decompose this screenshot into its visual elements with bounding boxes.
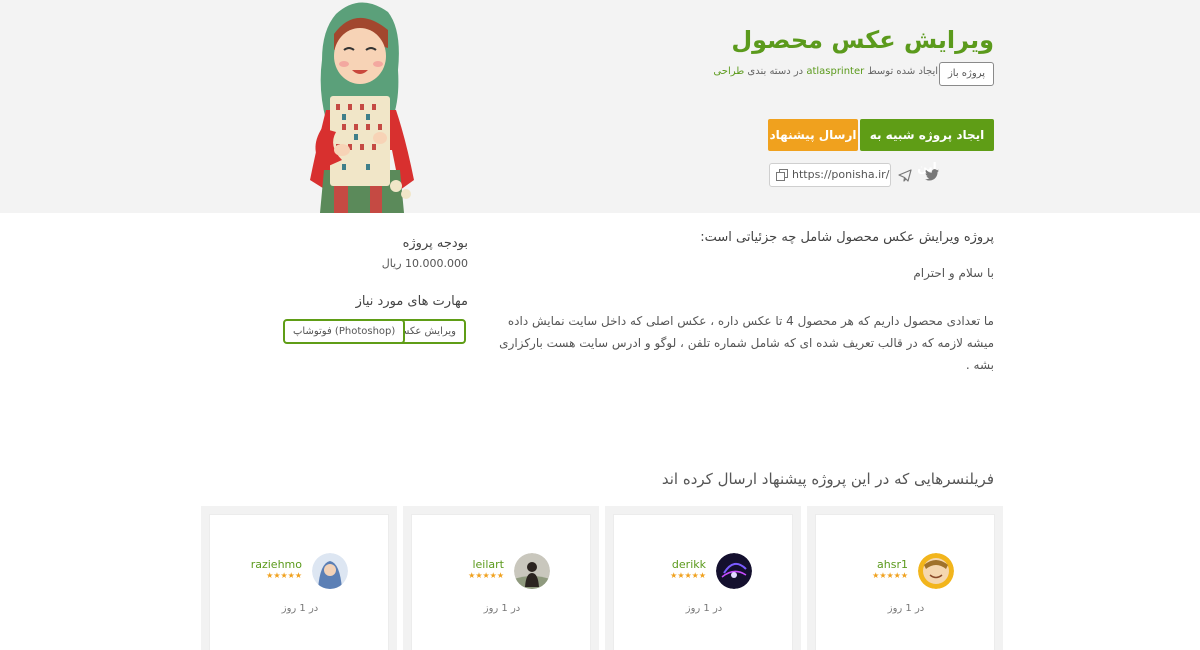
share-url: https://ponisha.ir/pr xyxy=(792,168,891,181)
description-greeting: با سلام و احترام xyxy=(913,266,994,280)
budget-label: بودجه پروژه xyxy=(402,236,468,251)
project-title: ویرایش عکس محصول xyxy=(731,26,994,54)
freelancer-avatar[interactable] xyxy=(312,553,348,589)
freelancer-avatar[interactable] xyxy=(918,553,954,589)
rating-stars: ★★★★★ xyxy=(872,571,908,580)
telegram-icon[interactable] xyxy=(898,169,912,182)
category-prefix: در دسته بندی xyxy=(747,66,804,77)
freelancer-card[interactable]: raziehmo ★★★★★ در 1 روز xyxy=(201,506,397,650)
freelancer-card[interactable]: leilart ★★★★★ در 1 روز xyxy=(403,506,599,650)
copy-icon[interactable] xyxy=(776,169,788,181)
freelancer-name[interactable]: ahsr1 xyxy=(877,558,908,571)
skills-label: مهارت های مورد نیاز xyxy=(355,294,468,309)
freelancers-heading: فریلنسرهایی که در این پروژه پیشنهاد ارسا… xyxy=(661,470,994,488)
send-proposal-button[interactable]: ارسال پیشنهاد xyxy=(768,119,858,151)
delivery-time: در 1 روز xyxy=(887,603,925,614)
project-header: ویرایش عکس محصول پروژه باز ایجاد شده توس… xyxy=(0,0,1200,213)
skill-tag[interactable]: فوتوشاپ (Photoshop) xyxy=(283,319,406,344)
freelancer-name[interactable]: leilart xyxy=(472,558,504,571)
delivery-time: در 1 روز xyxy=(281,603,319,614)
rating-stars: ★★★★★ xyxy=(670,571,706,580)
twitter-icon[interactable] xyxy=(925,169,939,181)
status-badge: پروژه باز xyxy=(938,62,994,86)
freelancer-card[interactable]: derikk ★★★★★ در 1 روز xyxy=(605,506,801,650)
rating-stars: ★★★★★ xyxy=(266,571,302,580)
description-body: ما تعدادی محصول داریم که هر محصول 4 تا ع… xyxy=(499,314,994,372)
category-link[interactable]: طراحی xyxy=(713,66,744,77)
create-similar-button[interactable]: ایجاد پروژه شبیه به این xyxy=(860,119,994,174)
created-by-prefix: ایجاد شده توسط xyxy=(867,66,938,77)
delivery-time: در 1 روز xyxy=(483,603,521,614)
project-meta: ایجاد شده توسط atlasprinter در دسته بندی… xyxy=(713,66,938,77)
delivery-time: در 1 روز xyxy=(685,603,723,614)
owner-link[interactable]: atlasprinter xyxy=(806,66,864,77)
mascot-illustration xyxy=(310,2,414,213)
freelancer-name[interactable]: derikk xyxy=(672,558,706,571)
freelancer-name[interactable]: raziehmo xyxy=(251,558,302,571)
share-link-field[interactable]: https://ponisha.ir/pr xyxy=(769,163,891,187)
description-heading: پروژه ویرایش عکس محصول شامل چه جزئیاتی ا… xyxy=(700,230,994,245)
freelancer-card[interactable]: ahsr1 ★★★★★ در 1 روز xyxy=(807,506,1003,650)
freelancer-avatar[interactable] xyxy=(716,553,752,589)
freelancer-avatar[interactable] xyxy=(514,553,550,589)
rating-stars: ★★★★★ xyxy=(468,571,504,580)
budget-value: 10.000.000 ریال xyxy=(381,257,468,270)
